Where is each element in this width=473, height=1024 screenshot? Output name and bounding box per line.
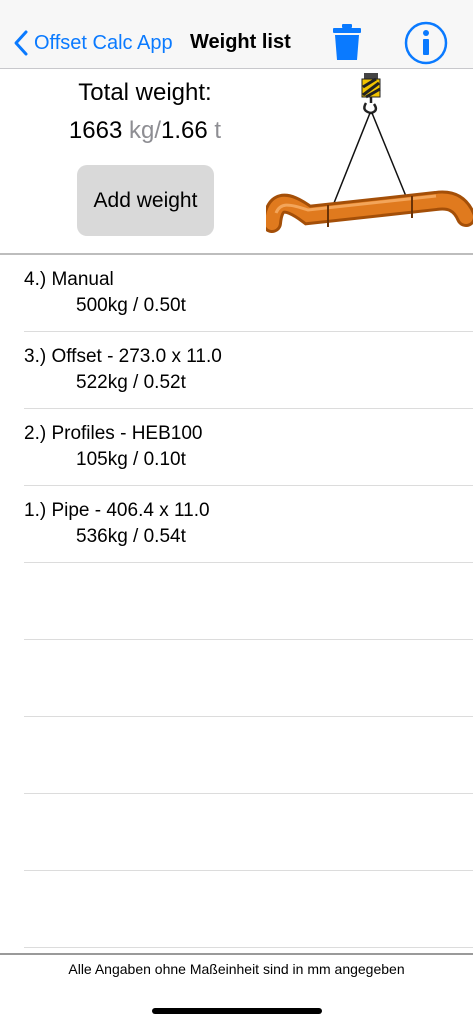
list-item-weight: 500kg / 0.50t	[76, 295, 186, 316]
unit-t: t	[207, 117, 222, 144]
crane-hook-pipe-illustration	[266, 73, 473, 233]
empty-row	[24, 871, 473, 948]
total-kg: 1663	[68, 117, 123, 144]
unit-separator: /	[154, 117, 162, 144]
trash-icon[interactable]	[332, 23, 362, 61]
empty-row	[24, 563, 473, 640]
empty-row	[24, 717, 473, 794]
chevron-left-icon	[14, 30, 28, 56]
total-weight-value: 1663 kg/1.66 t	[0, 117, 290, 145]
list-item-title: 2.) Profiles - HEB100	[24, 423, 203, 444]
list-item-title: 1.) Pipe - 406.4 x 11.0	[24, 500, 210, 521]
back-button-label: Offset Calc App	[34, 31, 173, 54]
back-button[interactable]: Offset Calc App	[12, 26, 173, 60]
units-note: Alle Angaben ohne Maßeinheit sind in mm …	[68, 961, 405, 977]
list-item-title: 4.) Manual	[24, 269, 114, 290]
add-weight-button[interactable]: Add weight	[77, 165, 214, 236]
unit-kg: kg	[128, 117, 155, 144]
info-icon[interactable]	[404, 21, 448, 65]
weight-summary: Total weight: 1663 kg/1.66 t Add weight	[0, 69, 473, 255]
total-t: 1.66	[161, 117, 208, 144]
page-title: Weight list	[190, 31, 291, 53]
empty-row	[24, 640, 473, 717]
list-item-weight: 536kg / 0.54t	[76, 526, 186, 547]
list-item-title: 3.) Offset - 273.0 x 11.0	[24, 346, 222, 367]
home-indicator[interactable]	[152, 1008, 322, 1014]
navigation-bar: Offset Calc App Weight list	[0, 0, 473, 69]
weight-list: 4.) Manual 500kg / 0.50t 3.) Offset - 27…	[0, 255, 473, 948]
list-item[interactable]: 4.) Manual 500kg / 0.50t	[24, 255, 473, 332]
empty-row	[24, 794, 473, 871]
list-item-weight: 105kg / 0.10t	[76, 449, 186, 470]
list-item[interactable]: 3.) Offset - 273.0 x 11.0 522kg / 0.52t	[24, 332, 473, 409]
list-item-weight: 522kg / 0.52t	[76, 372, 186, 393]
total-weight-label: Total weight:	[78, 79, 212, 106]
footer-divider	[0, 953, 473, 955]
list-item[interactable]: 2.) Profiles - HEB100 105kg / 0.10t	[24, 409, 473, 486]
list-item[interactable]: 1.) Pipe - 406.4 x 11.0 536kg / 0.54t	[24, 486, 473, 563]
